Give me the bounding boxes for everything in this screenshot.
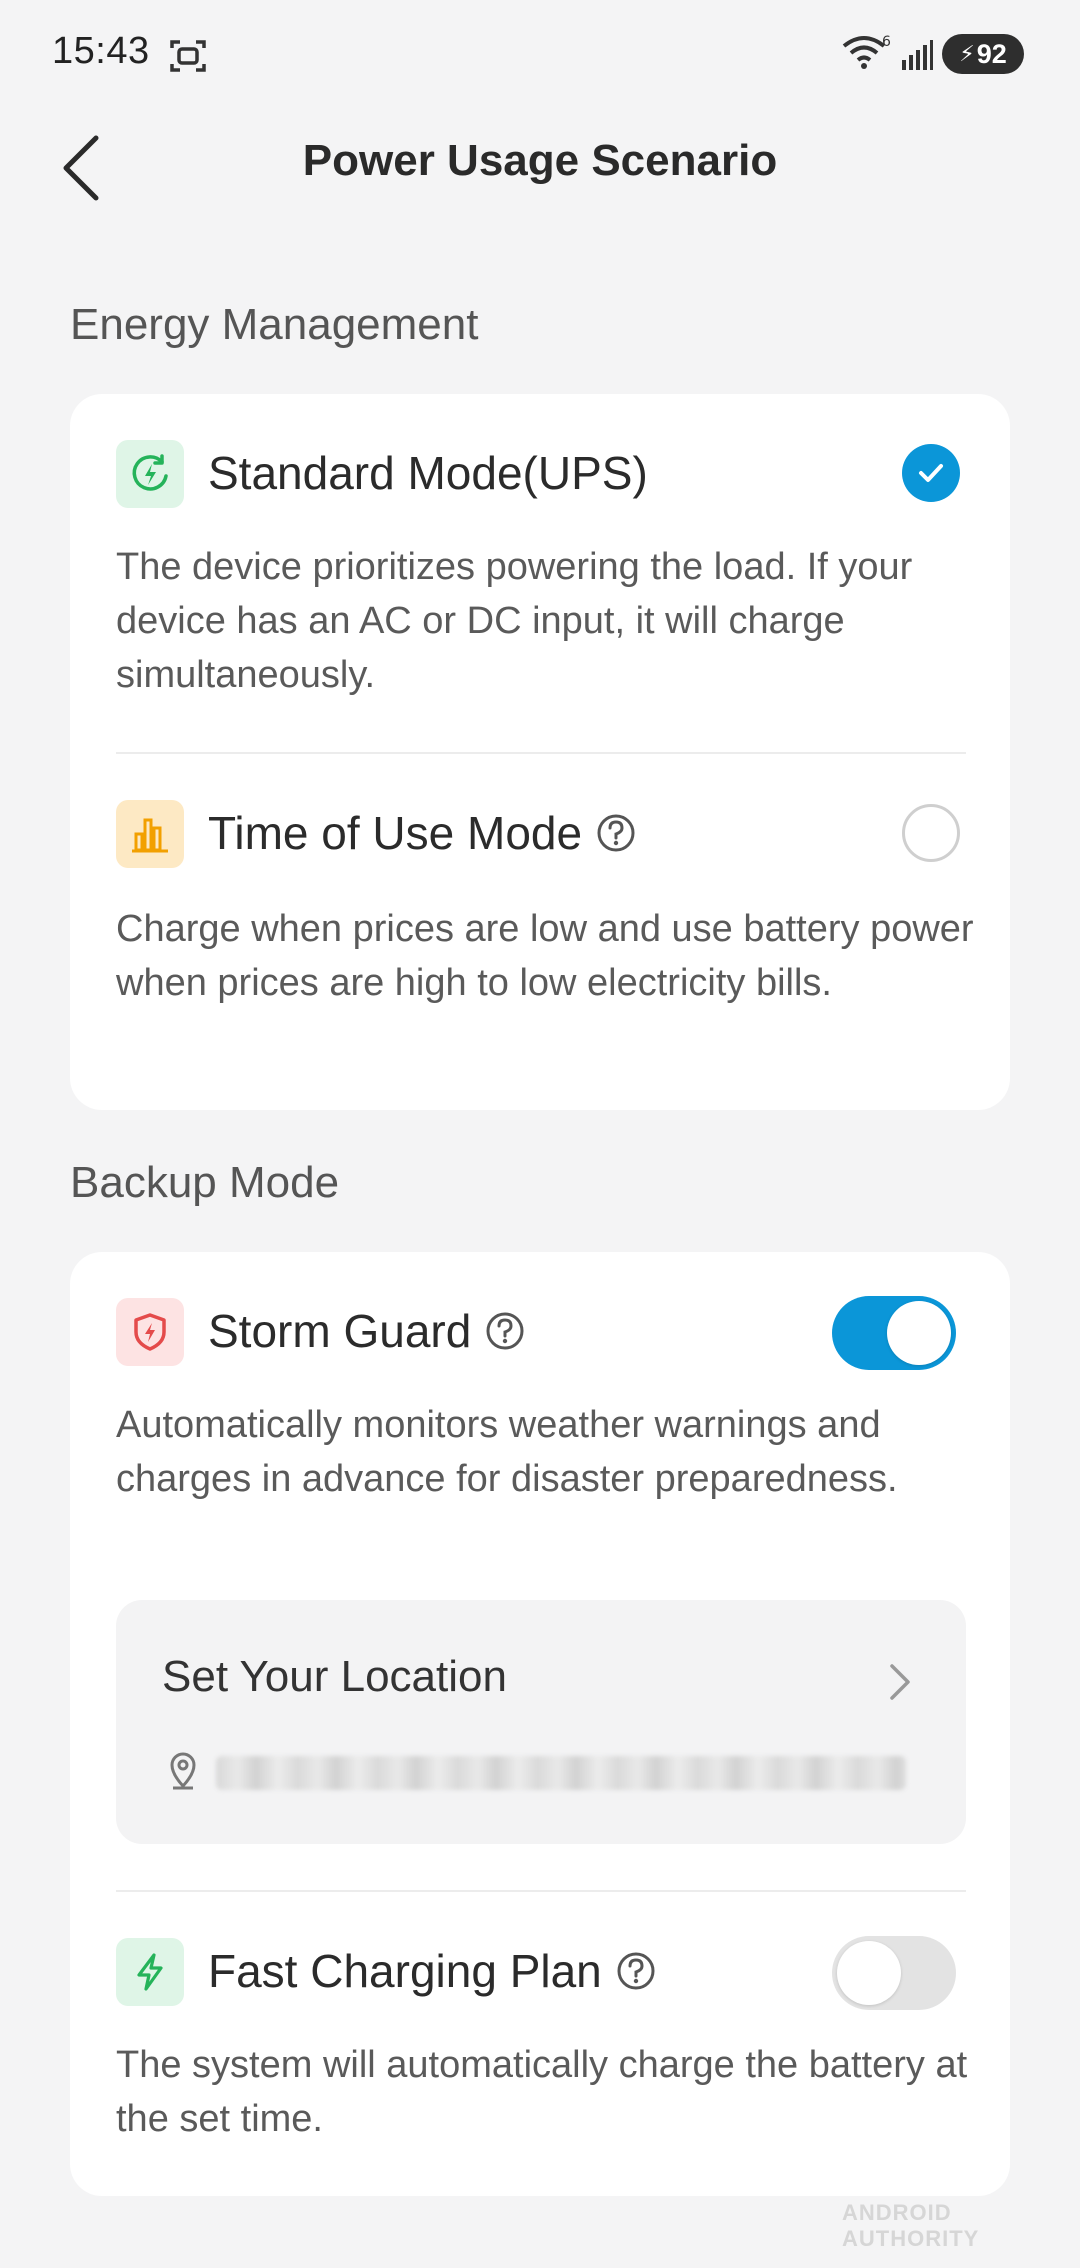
storm-guard-toggle[interactable]	[832, 1296, 956, 1370]
app-header: Power Usage Scenario	[0, 110, 1080, 222]
storm-guard-title: Storm Guard	[208, 1304, 525, 1358]
wifi-icon: 6	[842, 34, 891, 69]
status-bar: 15:43 6 ⚡ 92	[0, 0, 1080, 110]
battery-level: 92	[976, 38, 1007, 69]
status-time: 15:43	[52, 30, 150, 72]
bar-chart-icon	[116, 800, 184, 868]
checkmark-icon	[919, 464, 943, 482]
set-location-row[interactable]: Set Your Location	[116, 1600, 966, 1844]
standard-mode-selected-check[interactable]	[902, 444, 960, 502]
divider	[116, 752, 966, 754]
fast-charging-title: Fast Charging Plan	[208, 1944, 656, 1998]
fast-charging-label: Fast Charging Plan	[208, 1945, 602, 1997]
energy-management-card: Standard Mode(UPS) The device prioritize…	[70, 394, 1010, 1110]
toggle-knob	[837, 1941, 901, 2005]
signal-icon	[902, 40, 933, 70]
location-pin-icon	[170, 1752, 196, 1790]
help-icon[interactable]	[616, 1951, 656, 1991]
storm-guard-description: Automatically monitors weather warnings …	[116, 1404, 898, 1500]
section-title-backup-mode: Backup Mode	[70, 1158, 340, 1207]
battery-indicator: ⚡ 92	[942, 34, 1024, 74]
help-icon[interactable]	[596, 813, 636, 853]
shield-bolt-icon	[116, 1298, 184, 1366]
backup-mode-card: Storm Guard Automatically monitors weath…	[70, 1252, 1010, 2196]
help-icon[interactable]	[485, 1311, 525, 1351]
time-of-use-label: Time of Use Mode	[208, 807, 583, 859]
divider	[116, 1890, 966, 1892]
power-cycle-icon	[116, 440, 184, 508]
bolt-icon	[116, 1938, 184, 2006]
standard-mode-label: Standard Mode(UPS)	[208, 447, 648, 499]
fast-charging-description: The system will automatically charge the…	[116, 2044, 968, 2140]
option-time-of-use-title[interactable]: Time of Use Mode	[208, 806, 636, 860]
page-title: Power Usage Scenario	[302, 136, 778, 185]
storm-guard-label: Storm Guard	[208, 1305, 472, 1357]
charging-bolt-icon: ⚡	[959, 41, 975, 66]
option-standard-mode-title[interactable]: Standard Mode(UPS)	[208, 446, 648, 500]
standard-mode-description: The device prioritizes powering the load…	[116, 546, 913, 696]
time-of-use-radio[interactable]	[902, 804, 960, 862]
toggle-knob	[887, 1301, 951, 1365]
set-location-label: Set Your Location	[162, 1652, 507, 1701]
section-title-energy-management: Energy Management	[70, 300, 479, 349]
chevron-right-icon	[890, 1664, 910, 1700]
time-of-use-description: Charge when prices are low and use batte…	[116, 908, 974, 1004]
wifi-badge: 6	[882, 34, 891, 50]
blurred-address	[216, 1756, 906, 1790]
screen-record-icon	[170, 40, 206, 72]
fast-charging-toggle[interactable]	[832, 1936, 956, 2010]
watermark: ANDROID AUTHORITY	[842, 2200, 980, 2251]
